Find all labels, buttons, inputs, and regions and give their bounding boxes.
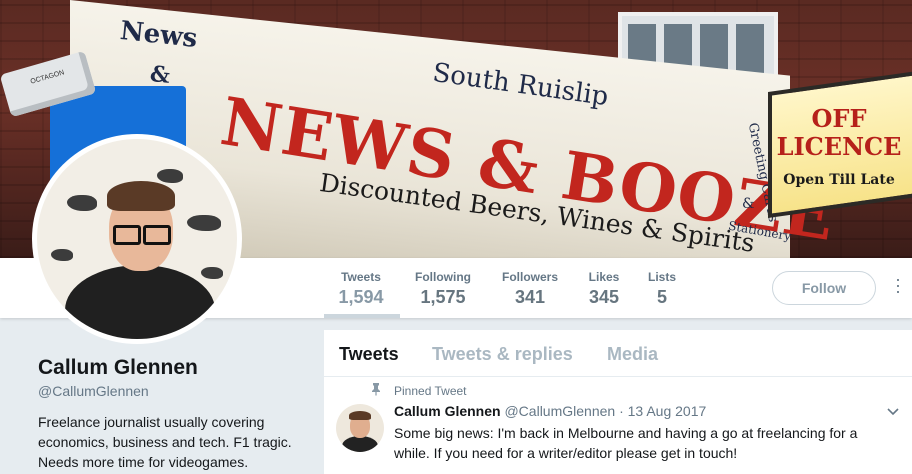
avatar-photo: [37, 139, 237, 339]
follow-button[interactable]: Follow: [772, 271, 876, 305]
stat-value: 5: [656, 287, 667, 307]
timeline-tabs: Tweets Tweets & replies Media: [324, 330, 912, 377]
tab-tweets-replies[interactable]: Tweets & replies: [432, 344, 573, 365]
off-licence-hours: Open Till Late: [783, 172, 895, 188]
stat-value: 1,594: [338, 287, 384, 307]
stat-following[interactable]: Following 1,575: [414, 270, 472, 308]
stat-label: Followers: [501, 270, 558, 284]
stat-value: 345: [588, 287, 620, 307]
more-options-icon[interactable]: · · ·: [892, 270, 904, 300]
stat-followers[interactable]: Followers 341: [501, 270, 559, 308]
active-stat-indicator: [324, 314, 400, 318]
tweet-date[interactable]: 13 Aug 2017: [628, 403, 707, 419]
stat-lists[interactable]: Lists 5: [648, 270, 676, 308]
tweet-avatar[interactable]: [336, 404, 384, 452]
tab-tweets[interactable]: Tweets: [339, 344, 399, 365]
profile-avatar[interactable]: [32, 134, 242, 344]
stat-label: Tweets: [341, 270, 381, 284]
profile-name[interactable]: Callum Glennen: [38, 356, 198, 380]
sign-amp2-text: &: [742, 196, 755, 212]
chevron-down-icon[interactable]: [886, 404, 900, 418]
stat-likes[interactable]: Likes 345: [586, 270, 622, 308]
stat-label: Following: [415, 270, 471, 284]
off-licence-licence: LICENCE: [776, 132, 902, 161]
stat-tweets[interactable]: Tweets 1,594: [336, 270, 386, 308]
tab-media[interactable]: Media: [607, 344, 658, 365]
profile-bio: Freelance journalist usually covering ec…: [38, 414, 292, 470]
tweet-author-name[interactable]: Callum Glennen: [394, 403, 501, 419]
tweet-text: Some big news: I'm back in Melbourne and…: [394, 425, 858, 461]
off-licence-off: OFF: [811, 104, 867, 133]
pin-icon: [372, 383, 380, 396]
tweet-author-handle[interactable]: @CallumGlennen: [504, 403, 615, 419]
stat-label: Likes: [588, 270, 620, 284]
stat-value: 341: [514, 287, 546, 307]
timeline: Tweets Tweets & replies Media Pinned Twe…: [324, 330, 912, 474]
stat-value: 1,575: [420, 287, 466, 307]
tweet-header: Callum Glennen @CallumGlennen · 13 Aug 2…: [394, 403, 706, 419]
sign-amp-text: &: [148, 61, 172, 89]
tweet-separator: ·: [619, 403, 624, 419]
profile-handle[interactable]: @CallumGlennen: [38, 383, 149, 399]
pinned-tweet-label: Pinned Tweet: [394, 384, 467, 398]
stat-label: Lists: [648, 270, 677, 284]
